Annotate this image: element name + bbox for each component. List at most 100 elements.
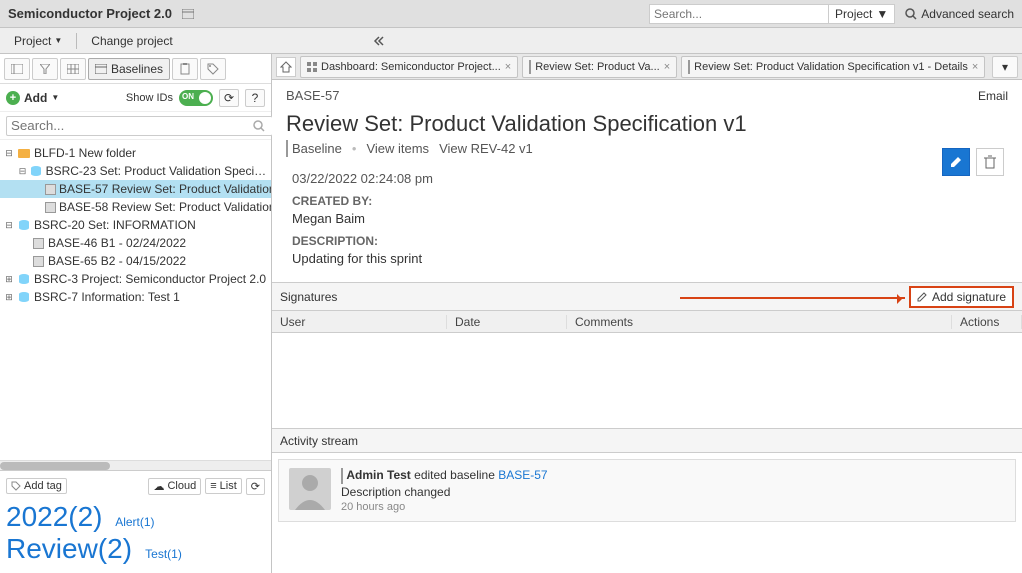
close-icon[interactable]: × — [664, 61, 670, 73]
close-icon[interactable]: × — [505, 61, 511, 73]
edit-button[interactable] — [942, 148, 970, 176]
tree-item-bsrc7[interactable]: ⊞ BSRC-7 Information: Test 1 — [0, 288, 271, 306]
add-button[interactable]: + Add ▼ — [6, 91, 59, 105]
tag-alert[interactable]: Alert(1) — [115, 515, 154, 529]
list-icon: ≡ — [210, 480, 216, 492]
add-tag-label: Add tag — [24, 480, 62, 492]
search-scope-dropdown[interactable]: Project ▼ — [828, 4, 895, 24]
view-rev-link[interactable]: View REV-42 v1 — [439, 141, 533, 156]
tree-folder-root[interactable]: ⊟ BLFD-1 New folder — [0, 144, 271, 162]
tree-label: BSRC-20 Set: INFORMATION — [34, 218, 196, 232]
change-project-link[interactable]: Change project — [85, 32, 178, 50]
database-icon — [17, 219, 31, 231]
tab-dashboard[interactable]: Dashboard: Semiconductor Project... × — [300, 56, 518, 78]
delete-button[interactable] — [976, 148, 1004, 176]
database-icon — [17, 291, 31, 303]
activity-target-link[interactable]: BASE-57 — [498, 468, 547, 482]
document-icon — [688, 61, 690, 73]
tree-view-button[interactable] — [4, 58, 30, 80]
col-actions: Actions — [952, 315, 1022, 329]
tab-review-set-details[interactable]: Review Set: Product Validation Specifica… — [681, 56, 985, 78]
cloud-view-button[interactable]: ☁ Cloud — [148, 478, 201, 495]
add-tag-button[interactable]: Add tag — [6, 478, 67, 494]
collapse-icon[interactable]: ⊟ — [4, 148, 14, 159]
expand-icon[interactable]: ⊞ — [4, 292, 14, 303]
baseline-badge: Baseline — [286, 141, 342, 156]
tag-button[interactable] — [200, 58, 226, 80]
tree-item-base58[interactable]: BASE-58 Review Set: Product Validation — [0, 198, 271, 216]
tag-review[interactable]: Review(2) — [6, 533, 132, 565]
activity-stream-title: Activity stream — [272, 429, 1022, 453]
sidebar-search-input[interactable] — [6, 116, 273, 136]
baseline-label: Baseline — [292, 141, 342, 156]
advanced-search-label: Advanced search — [921, 7, 1014, 21]
tree-item-bsrc23[interactable]: ⊟ BSRC-23 Set: Product Validation Specif… — [0, 162, 271, 180]
arrow-annotation — [680, 297, 905, 299]
clipboard-button[interactable] — [172, 58, 198, 80]
document-icon — [529, 61, 531, 73]
collapse-icon[interactable]: ⊟ — [18, 166, 27, 177]
list-label: List — [220, 480, 237, 492]
tree-item-base57[interactable]: BASE-57 Review Set: Product Validation — [0, 180, 271, 198]
item-id: BASE-57 — [286, 88, 339, 103]
toggle-on-label: ON — [182, 92, 194, 101]
home-button[interactable] — [276, 57, 296, 77]
edit-icon — [917, 291, 928, 302]
close-icon[interactable]: × — [972, 61, 978, 73]
timestamp-value: 03/22/2022 02:24:08 pm — [292, 171, 1002, 186]
created-by-label: CREATED BY: — [292, 194, 1002, 208]
tab-menu-button[interactable]: ▾ — [992, 56, 1018, 78]
view-items-link[interactable]: View items — [366, 141, 429, 156]
refresh-tags-button[interactable]: ⟳ — [246, 478, 265, 495]
tree-label: BASE-46 B1 - 02/24/2022 — [48, 236, 186, 250]
database-icon — [17, 273, 31, 285]
document-icon — [31, 237, 45, 249]
col-date: Date — [447, 315, 567, 329]
horizontal-scrollbar[interactable] — [0, 460, 271, 470]
expand-icon[interactable]: ⊞ — [4, 274, 14, 285]
col-user: User — [272, 315, 447, 329]
tree-label: BSRC-7 Information: Test 1 — [34, 290, 180, 304]
tab-label: Review Set: Product Validation Specifica… — [694, 61, 968, 73]
tree-item-bsrc3[interactable]: ⊞ BSRC-3 Project: Semiconductor Project … — [0, 270, 271, 288]
project-menu-label: Project — [14, 34, 51, 48]
document-icon — [31, 255, 45, 267]
filter-button[interactable] — [32, 58, 58, 80]
list-view-button[interactable]: ≡ List — [205, 478, 242, 494]
tree-label: BASE-57 Review Set: Product Validation — [59, 182, 271, 196]
collapse-sidebar-icon[interactable] — [373, 35, 385, 47]
separator — [76, 33, 77, 49]
tab-label: Review Set: Product Va... — [535, 61, 660, 73]
global-search-input[interactable] — [649, 4, 829, 24]
tree-item-base46[interactable]: BASE-46 B1 - 02/24/2022 — [0, 234, 271, 252]
cloud-icon: ☁ — [153, 480, 164, 493]
tag-test[interactable]: Test(1) — [145, 547, 182, 561]
tag-2022[interactable]: 2022(2) — [6, 501, 103, 533]
caret-down-icon: ▼ — [54, 36, 62, 45]
tab-review-set-1[interactable]: Review Set: Product Va... × — [522, 56, 677, 78]
show-ids-label: Show IDs — [126, 92, 173, 104]
help-button[interactable]: ? — [245, 89, 265, 107]
plus-icon: + — [6, 91, 20, 105]
project-menu-dropdown[interactable]: Project ▼ — [8, 32, 68, 50]
tree-item-base65[interactable]: BASE-65 B2 - 04/15/2022 — [0, 252, 271, 270]
baselines-label: Baselines — [111, 62, 163, 76]
cloud-label: Cloud — [167, 480, 196, 492]
tree-item-bsrc20[interactable]: ⊟ BSRC-20 Set: INFORMATION — [0, 216, 271, 234]
activity-action: edited baseline — [414, 468, 495, 482]
baselines-dropdown[interactable]: Baselines — [88, 58, 170, 80]
grid-button[interactable] — [60, 58, 86, 80]
window-icon[interactable] — [182, 9, 194, 19]
project-title: Semiconductor Project 2.0 — [8, 6, 172, 21]
collapse-icon[interactable]: ⊟ — [4, 220, 14, 231]
refresh-button[interactable]: ⟳ — [219, 89, 239, 107]
add-signature-button[interactable]: Add signature — [909, 286, 1014, 308]
advanced-search-link[interactable]: Advanced search — [905, 7, 1014, 21]
page-title: Review Set: Product Validation Specifica… — [286, 111, 1008, 137]
show-ids-toggle[interactable]: ON — [179, 90, 213, 106]
tag-icon — [11, 481, 21, 491]
add-signature-label: Add signature — [932, 290, 1006, 304]
avatar — [289, 468, 331, 510]
tree-label: BASE-58 Review Set: Product Validation — [59, 200, 271, 214]
email-link[interactable]: Email — [978, 89, 1008, 103]
